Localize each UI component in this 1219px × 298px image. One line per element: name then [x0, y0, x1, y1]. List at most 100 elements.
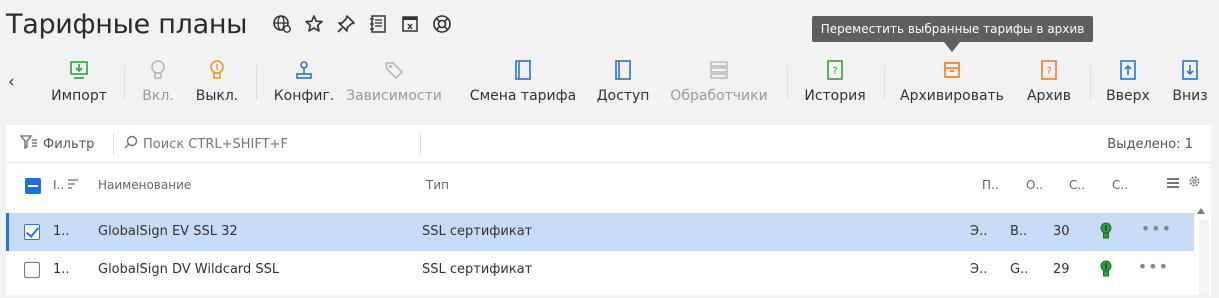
toolbar-scroll-left-icon[interactable]: ‹ — [8, 72, 15, 92]
access-label: Доступ — [596, 88, 650, 104]
toolbar: ‹ Импорт Вкл. Выкл. Конфиг. Зависимости — [0, 54, 1219, 114]
pin-icon[interactable] — [335, 13, 357, 35]
bulb-off-icon — [148, 58, 168, 82]
bulb-icon — [207, 58, 227, 82]
columns-menu-icon[interactable] — [1166, 176, 1180, 193]
column-header-name[interactable]: Наименование — [98, 178, 191, 192]
help-lifebuoy-icon[interactable] — [431, 13, 453, 35]
search-input[interactable]: Поиск CTRL+SHIFT+F — [124, 135, 419, 153]
move-up-label: Вверх — [1106, 88, 1150, 104]
sort-icon — [67, 178, 79, 192]
column-header-id[interactable]: I.. — [53, 178, 79, 192]
excel-icon[interactable]: x — [399, 13, 421, 35]
toolbar-divider — [1090, 66, 1091, 100]
row-c2: G.. — [1010, 262, 1029, 277]
table-row[interactable]: 1.. GlobalSign DV Wildcard SSL SSL серти… — [6, 251, 1194, 289]
status-bulb-icon — [1099, 260, 1113, 284]
change-tariff-label: Смена тарифа — [469, 88, 577, 104]
row-c1: Э.. — [970, 262, 988, 277]
column-header-c2[interactable]: О.. — [1026, 178, 1043, 192]
column-header-c4[interactable]: С.. — [1112, 178, 1128, 192]
select-all-checkbox[interactable] — [25, 178, 41, 194]
document-icon — [513, 58, 533, 82]
move-up-button[interactable]: Вверх — [1102, 54, 1154, 114]
tooltip-arrow — [944, 42, 960, 52]
access-button[interactable]: Доступ — [594, 54, 652, 114]
toolbar-divider — [256, 66, 257, 100]
import-button[interactable]: Импорт — [48, 54, 110, 114]
search-placeholder: Поиск CTRL+SHIFT+F — [143, 136, 288, 152]
toolbar-divider — [787, 66, 788, 100]
config-label: Конфиг. — [273, 88, 335, 104]
enable-label: Вкл. — [142, 88, 174, 104]
star-icon[interactable] — [303, 13, 325, 35]
archive-tooltip: Переместить выбранные тарифы в архив — [812, 16, 1093, 42]
arrow-up-document-icon — [1118, 58, 1138, 82]
archive-action-label: Архивировать — [900, 88, 1004, 104]
column-header-c3[interactable]: С.. — [1069, 178, 1085, 192]
gear-icon[interactable] — [1188, 175, 1201, 191]
arrow-down-document-icon — [1180, 58, 1200, 82]
handlers-button[interactable]: Обработчики — [668, 54, 770, 114]
disable-label: Выкл. — [195, 88, 239, 104]
row-c1: Э.. — [970, 224, 988, 239]
row-id: 1.. — [53, 224, 70, 239]
archive-label: Архив — [1026, 88, 1072, 104]
row-type: SSL сертификат — [422, 224, 533, 239]
row-checkbox[interactable] — [24, 224, 40, 240]
column-header-c1[interactable]: П.. — [982, 178, 999, 192]
filter-divider — [113, 133, 114, 155]
column-header-type[interactable]: Тип — [426, 178, 449, 192]
archive-action-button[interactable]: Архивировать — [898, 54, 1006, 114]
config-button[interactable]: Конфиг. — [272, 54, 336, 114]
scroll-up-arrow[interactable] — [1197, 208, 1205, 214]
status-bulb-icon — [1099, 222, 1113, 246]
notes-icon[interactable] — [367, 13, 389, 35]
row-c3: 30 — [1053, 224, 1070, 239]
move-down-label: Вниз — [1172, 88, 1208, 104]
handlers-label: Обработчики — [670, 88, 768, 104]
archive-box-icon — [941, 58, 963, 82]
table-row[interactable]: 1.. GlobalSign EV SSL 32 SSL сертификат … — [6, 213, 1194, 251]
archive-button[interactable]: ? Архив — [1024, 54, 1074, 114]
row-more-button[interactable]: ••• — [1141, 219, 1172, 238]
toolbar-divider — [124, 66, 125, 100]
tariff-grid: Фильтр Поиск CTRL+SHIFT+F Выделено: 1 I.… — [6, 125, 1211, 295]
tag-icon — [383, 58, 405, 82]
column-id-label: I.. — [53, 178, 65, 192]
row-more-button[interactable]: ••• — [1138, 257, 1169, 276]
filter-bar: Фильтр Поиск CTRL+SHIFT+F Выделено: 1 — [6, 125, 1211, 163]
list-icon — [708, 58, 730, 82]
import-label: Импорт — [51, 88, 107, 104]
toolbar-divider — [884, 66, 885, 100]
config-icon — [293, 58, 315, 82]
import-icon — [68, 58, 90, 82]
row-c3: 29 — [1053, 262, 1070, 277]
svg-text:?: ? — [1046, 66, 1051, 77]
row-checkbox[interactable] — [24, 262, 40, 278]
enable-button[interactable]: Вкл. — [138, 54, 178, 114]
help-document-icon: ? — [1039, 58, 1059, 82]
move-down-button[interactable]: Вниз — [1166, 54, 1214, 114]
table-header: I.. Наименование Тип П.. О.. С.. С.. — [6, 164, 1211, 206]
row-name: GlobalSign DV Wildcard SSL — [98, 262, 280, 277]
history-button[interactable]: ? История — [802, 54, 868, 114]
dependencies-button[interactable]: Зависимости — [340, 54, 448, 114]
globe-settings-icon[interactable] — [271, 13, 293, 35]
header-icon-bar: x — [271, 13, 453, 35]
row-id: 1.. — [53, 262, 70, 277]
svg-text:x: x — [407, 22, 413, 32]
row-type: SSL сертификат — [422, 262, 533, 277]
disable-button[interactable]: Выкл. — [192, 54, 242, 114]
help-document-icon: ? — [825, 58, 845, 82]
selected-count: Выделено: 1 — [1107, 137, 1193, 152]
document-icon — [613, 58, 633, 82]
vertical-scrollbar[interactable] — [1199, 220, 1209, 295]
dependencies-label: Зависимости — [346, 88, 442, 104]
change-tariff-button[interactable]: Смена тарифа — [470, 54, 576, 114]
page-header: Тарифные планы x — [6, 4, 453, 44]
search-icon — [124, 135, 138, 153]
search-divider — [420, 133, 421, 155]
svg-text:?: ? — [832, 66, 837, 77]
filter-button[interactable]: Фильтр — [19, 135, 94, 153]
